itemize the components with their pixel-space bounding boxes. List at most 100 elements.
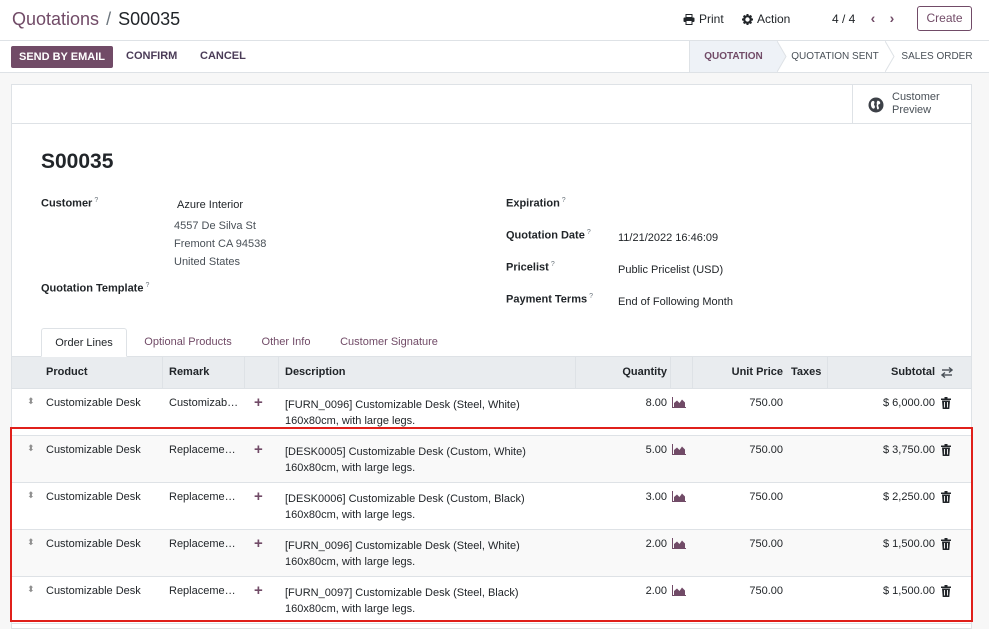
chevron-right-icon[interactable]: › bbox=[884, 9, 900, 27]
plus-icon[interactable]: + bbox=[254, 582, 263, 599]
address-street: 4557 De Silva St bbox=[174, 220, 256, 232]
tab-order-lines[interactable]: Order Lines bbox=[41, 328, 127, 357]
column-description[interactable]: Description bbox=[285, 357, 346, 388]
payment-terms-field[interactable]: End of Following Month bbox=[618, 296, 733, 308]
table-row[interactable]: ⬍ Customizable Desk Customizab… + [FURN_… bbox=[12, 389, 971, 436]
help-mark[interactable]: ? bbox=[551, 261, 555, 268]
trash-icon[interactable] bbox=[941, 538, 951, 550]
row-description[interactable]: [DESK0005] Customizable Desk (Custom, Wh… bbox=[285, 444, 526, 476]
row-product[interactable]: Customizable Desk bbox=[46, 538, 141, 550]
action-button[interactable]: Action bbox=[742, 12, 790, 26]
drag-handle-icon[interactable]: ⬍ bbox=[27, 538, 35, 547]
row-description[interactable]: [FURN_0096] Customizable Desk (Steel, Wh… bbox=[285, 538, 520, 570]
drag-handle-icon[interactable]: ⬍ bbox=[27, 397, 35, 406]
quotation-date-field[interactable]: 11/21/2022 16:46:09 bbox=[618, 232, 718, 244]
customer-preview-button[interactable]: Customer Preview bbox=[852, 85, 971, 124]
row-subtotal: $ 1,500.00 bbox=[883, 585, 935, 597]
breadcrumb: Quotations / S00035 bbox=[12, 9, 180, 30]
row-description[interactable]: [FURN_0096] Customizable Desk (Steel, Wh… bbox=[285, 397, 520, 429]
drag-handle-icon[interactable]: ⬍ bbox=[27, 444, 35, 453]
area-chart-icon[interactable] bbox=[672, 585, 686, 596]
row-product[interactable]: Customizable Desk bbox=[46, 585, 141, 597]
create-button[interactable]: Create bbox=[917, 6, 972, 31]
plus-icon[interactable]: + bbox=[254, 535, 263, 552]
column-taxes[interactable]: Taxes bbox=[791, 357, 821, 388]
payment-terms-label: Payment Terms? bbox=[506, 293, 594, 306]
tab-other-info[interactable]: Other Info bbox=[251, 328, 321, 357]
row-quantity[interactable]: 3.00 bbox=[582, 491, 667, 503]
pricelist-field[interactable]: Public Pricelist (USD) bbox=[618, 264, 723, 276]
help-mark[interactable]: ? bbox=[589, 293, 593, 300]
breadcrumb-quotations-link[interactable]: Quotations bbox=[12, 9, 99, 29]
area-chart-icon[interactable] bbox=[672, 538, 686, 549]
table-header: Product Remark Description Quantity Unit… bbox=[12, 356, 971, 389]
print-button[interactable]: Print bbox=[683, 12, 724, 26]
trash-icon[interactable] bbox=[941, 397, 951, 409]
tab-customer-signature[interactable]: Customer Signature bbox=[329, 328, 449, 357]
help-mark[interactable]: ? bbox=[587, 229, 591, 236]
plus-icon[interactable]: + bbox=[254, 488, 263, 505]
row-subtotal: $ 1,500.00 bbox=[883, 538, 935, 550]
row-remark[interactable]: Customizab… bbox=[169, 397, 238, 409]
confirm-button[interactable]: CONFIRM bbox=[126, 50, 177, 62]
table-row[interactable]: ⬍ Customizable Desk Replaceme… + [FURN_0… bbox=[12, 530, 971, 577]
send-by-email-button[interactable]: SEND BY EMAIL bbox=[11, 46, 113, 68]
table-row[interactable]: ⬍ Customizable Desk Replaceme… + [DESK00… bbox=[12, 436, 971, 483]
optional-columns-icon[interactable] bbox=[941, 367, 953, 378]
row-description[interactable]: [DESK0006] Customizable Desk (Custom, Bl… bbox=[285, 491, 525, 523]
trash-icon[interactable] bbox=[941, 491, 951, 503]
chevron-left-icon[interactable]: ‹ bbox=[865, 9, 881, 27]
row-unit-price[interactable]: 750.00 bbox=[700, 397, 783, 409]
drag-handle-icon[interactable]: ⬍ bbox=[27, 491, 35, 500]
area-chart-icon[interactable] bbox=[672, 397, 686, 408]
row-product[interactable]: Customizable Desk bbox=[46, 491, 141, 503]
row-remark[interactable]: Replaceme… bbox=[169, 538, 236, 550]
plus-icon[interactable]: + bbox=[254, 394, 263, 411]
row-unit-price[interactable]: 750.00 bbox=[700, 444, 783, 456]
status-quotation-sent[interactable]: QUOTATION SENT bbox=[785, 41, 885, 72]
row-unit-price[interactable]: 750.00 bbox=[700, 538, 783, 550]
trash-icon[interactable] bbox=[941, 585, 951, 597]
column-product[interactable]: Product bbox=[46, 357, 88, 388]
row-description[interactable]: [FURN_0097] Customizable Desk (Steel, Bl… bbox=[285, 585, 519, 617]
breadcrumb-separator: / bbox=[106, 9, 112, 29]
row-quantity[interactable]: 2.00 bbox=[582, 585, 667, 597]
expiration-label: Expiration? bbox=[506, 197, 566, 210]
cancel-button[interactable]: CANCEL bbox=[200, 50, 246, 62]
row-quantity[interactable]: 8.00 bbox=[582, 397, 667, 409]
row-remark[interactable]: Replaceme… bbox=[169, 491, 236, 503]
plus-icon[interactable]: + bbox=[254, 441, 263, 458]
row-unit-price[interactable]: 750.00 bbox=[700, 585, 783, 597]
status-sales-order[interactable]: SALES ORDER bbox=[897, 41, 977, 72]
help-mark[interactable]: ? bbox=[562, 197, 566, 204]
row-remark[interactable]: Replaceme… bbox=[169, 585, 236, 597]
quotation-template-label: Quotation Template? bbox=[41, 282, 150, 295]
customer-field[interactable]: Azure Interior bbox=[177, 199, 243, 211]
form-sheet: Customer Preview S00035 Customer? Azure … bbox=[11, 84, 972, 629]
area-chart-icon[interactable] bbox=[672, 444, 686, 455]
globe-icon bbox=[868, 97, 884, 113]
column-unit-price[interactable]: Unit Price bbox=[700, 357, 783, 388]
row-quantity[interactable]: 5.00 bbox=[582, 444, 667, 456]
trash-icon[interactable] bbox=[941, 444, 951, 456]
row-remark[interactable]: Replaceme… bbox=[169, 444, 236, 456]
table-row[interactable]: ⬍ Customizable Desk Replaceme… + [DESK00… bbox=[12, 483, 971, 530]
breadcrumb-current: S00035 bbox=[118, 9, 181, 29]
column-remark[interactable]: Remark bbox=[169, 357, 209, 388]
row-quantity[interactable]: 2.00 bbox=[582, 538, 667, 550]
column-subtotal[interactable]: Subtotal bbox=[832, 357, 935, 388]
row-unit-price[interactable]: 750.00 bbox=[700, 491, 783, 503]
status-quotation[interactable]: QUOTATION bbox=[689, 41, 777, 72]
drag-handle-icon[interactable]: ⬍ bbox=[27, 585, 35, 594]
pager-value[interactable]: 4 / 4 bbox=[832, 12, 855, 26]
preview-label-line1: Customer bbox=[892, 91, 940, 103]
table-row[interactable]: ⬍ Customizable Desk Replaceme… + [FURN_0… bbox=[12, 577, 971, 624]
form-header: SEND BY EMAIL CONFIRM CANCEL QUOTATION Q… bbox=[0, 41, 989, 73]
column-quantity[interactable]: Quantity bbox=[582, 357, 667, 388]
help-mark[interactable]: ? bbox=[94, 197, 98, 204]
area-chart-icon[interactable] bbox=[672, 491, 686, 502]
help-mark[interactable]: ? bbox=[145, 282, 149, 289]
row-product[interactable]: Customizable Desk bbox=[46, 397, 141, 409]
row-product[interactable]: Customizable Desk bbox=[46, 444, 141, 456]
tab-optional-products[interactable]: Optional Products bbox=[133, 328, 243, 357]
